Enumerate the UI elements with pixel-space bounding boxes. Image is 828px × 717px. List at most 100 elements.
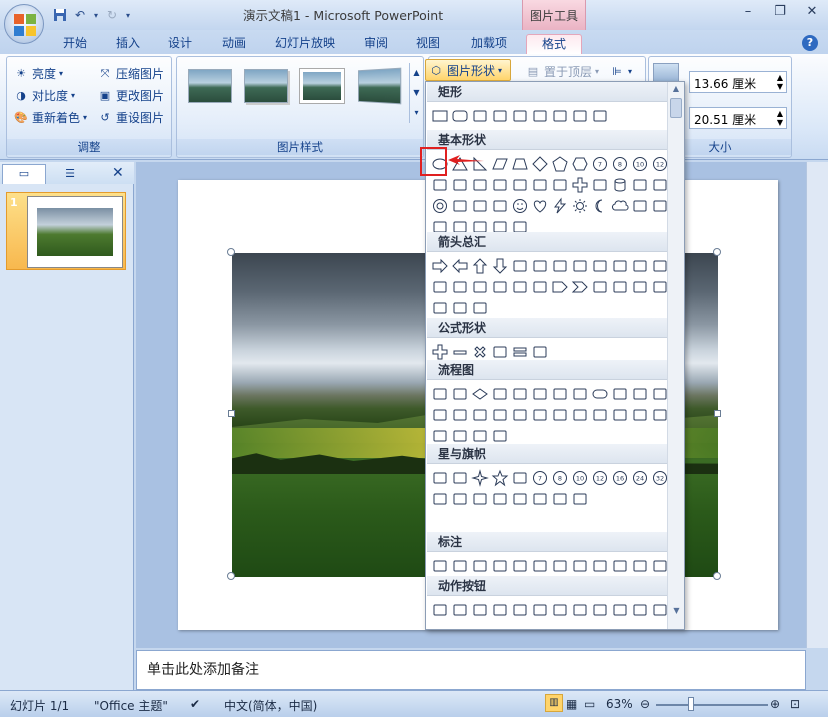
shape-stripedright-icon[interactable]: [510, 277, 530, 297]
shape-blockarc-icon[interactable]: [470, 196, 490, 216]
height-field[interactable]: 13.66 厘米 ▲ ▼: [689, 71, 787, 93]
tab-addins[interactable]: 加载项: [464, 34, 514, 54]
contrast-button[interactable]: ◑ 对比度 ▾: [13, 87, 75, 104]
shape-star10-icon[interactable]: 10: [570, 468, 590, 488]
spellcheck-icon[interactable]: ✔: [190, 697, 200, 711]
change-picture-button[interactable]: ▣ 更改图片: [97, 87, 164, 104]
bring-to-front-button[interactable]: ▤ 置于顶层 ▾: [525, 63, 599, 80]
shape-bevel-icon[interactable]: [650, 175, 670, 195]
shape-upcallout-icon[interactable]: [650, 277, 670, 297]
shape-magdisk-icon[interactable]: [450, 426, 470, 446]
resize-handle-tl[interactable]: [227, 248, 235, 256]
shape-lrcallout-icon[interactable]: [430, 298, 450, 318]
shape-round2a-icon[interactable]: [570, 106, 590, 126]
shape-plus-icon[interactable]: [570, 175, 590, 195]
shape-doc-icon[interactable]: [590, 600, 610, 620]
shape-wave-icon[interactable]: [550, 489, 570, 509]
shape-delay-icon[interactable]: [650, 405, 670, 425]
shape-notchedright-icon[interactable]: [530, 277, 550, 297]
shape-line1-icon[interactable]: [510, 556, 530, 576]
shape-rect-icon[interactable]: [430, 106, 450, 126]
shape-frame-icon[interactable]: [490, 175, 510, 195]
reset-picture-button[interactable]: ↺ 重设图片: [97, 109, 164, 126]
shape-sun-icon[interactable]: [570, 196, 590, 216]
width-field[interactable]: 20.51 厘米 ▲ ▼: [689, 107, 787, 129]
notes-pane[interactable]: 单击此处添加备注: [136, 650, 806, 690]
fit-to-window-icon[interactable]: ⊡: [790, 697, 800, 711]
shape-predefined-icon[interactable]: [510, 384, 530, 404]
shape-downcallout-icon[interactable]: [610, 277, 630, 297]
shape-star32-icon[interactable]: 32: [650, 468, 670, 488]
shape-curvedright-icon[interactable]: [430, 277, 450, 297]
shape-accent2-icon[interactable]: [590, 556, 610, 576]
shape-round-rect-icon[interactable]: [450, 106, 470, 126]
shape-diagstripe-icon[interactable]: [550, 175, 570, 195]
undo-icon[interactable]: ↶: [72, 7, 88, 23]
shape-preparation-icon[interactable]: [610, 384, 630, 404]
shape-summing-icon[interactable]: [510, 405, 530, 425]
tab-animation[interactable]: 动画: [216, 34, 252, 54]
shape-chord-icon[interactable]: [450, 175, 470, 195]
shape-star6-icon[interactable]: [510, 468, 530, 488]
shape-punchedtape-icon[interactable]: [490, 405, 510, 425]
shape-plus-icon[interactable]: [430, 342, 450, 362]
shape-vscroll-icon[interactable]: [510, 489, 530, 509]
shape-decision-icon[interactable]: [470, 384, 490, 404]
shape-rightarrow-icon[interactable]: [430, 256, 450, 276]
office-button[interactable]: [4, 4, 44, 44]
shape-star7-icon[interactable]: 7: [530, 468, 550, 488]
shape-pie-icon[interactable]: [430, 175, 450, 195]
shape-manualop-icon[interactable]: [650, 384, 670, 404]
shape-trapezoid-icon[interactable]: [510, 154, 530, 174]
shape-connector-icon[interactable]: [430, 405, 450, 425]
shape-border2-icon[interactable]: [650, 556, 670, 576]
shape-arc-icon[interactable]: [630, 196, 650, 216]
shape-parallelogram-icon[interactable]: [490, 154, 510, 174]
shape-extract-icon[interactable]: [590, 405, 610, 425]
shape-diamond-icon[interactable]: [530, 154, 550, 174]
shape-donut-icon[interactable]: [430, 196, 450, 216]
slide-sorter-icon[interactable]: ▦: [566, 697, 577, 711]
close-icon[interactable]: ✕: [796, 0, 828, 22]
shape-return-icon[interactable]: [550, 600, 570, 620]
shape-star24-icon[interactable]: 24: [630, 468, 650, 488]
resize-handle-br[interactable]: [713, 572, 721, 580]
shape-teardrop-icon[interactable]: [470, 175, 490, 195]
shape-bentuparrow-icon[interactable]: [650, 256, 670, 276]
shape-star8-icon[interactable]: 8: [550, 468, 570, 488]
shape-accent3-icon[interactable]: [610, 556, 630, 576]
shape-round2b-icon[interactable]: [590, 106, 610, 126]
shape-internalstorage-icon[interactable]: [530, 384, 550, 404]
shape-blank-icon[interactable]: [650, 600, 670, 620]
shape-explosion2-icon[interactable]: [450, 468, 470, 488]
zoom-in-icon[interactable]: ⊕: [770, 697, 780, 711]
shape-equal-icon[interactable]: [510, 342, 530, 362]
shape-rectcallout-icon[interactable]: [430, 556, 450, 576]
slideshow-view-icon[interactable]: ▭: [584, 697, 595, 711]
shape-notequal-icon[interactable]: [530, 342, 550, 362]
shape-leftuparrow-icon[interactable]: [630, 256, 650, 276]
help-icon[interactable]: ?: [802, 35, 818, 51]
shape-back-icon[interactable]: [430, 600, 450, 620]
shape-card-icon[interactable]: [470, 405, 490, 425]
shape-uparrow-icon[interactable]: [470, 256, 490, 276]
shape-curvedup-icon[interactable]: [470, 277, 490, 297]
shape-multiply-icon[interactable]: [470, 342, 490, 362]
resize-handle-r[interactable]: [714, 410, 721, 417]
tab-slideshow[interactable]: 幻灯片放映: [270, 34, 340, 54]
shape-help-icon[interactable]: [630, 600, 650, 620]
shape-ribbon-icon[interactable]: [450, 489, 470, 509]
shape-leftarrow-icon[interactable]: [450, 256, 470, 276]
shape-lruarrow-icon[interactable]: [570, 256, 590, 276]
zoom-slider-thumb[interactable]: [688, 697, 694, 711]
language[interactable]: 中文(简体，中国): [224, 697, 317, 714]
tab-home[interactable]: 开始: [56, 34, 94, 54]
picture-style-2[interactable]: [241, 63, 291, 113]
shape-star16-icon[interactable]: 16: [610, 468, 630, 488]
shape-cloud-icon[interactable]: [610, 196, 630, 216]
shape-collate-icon[interactable]: [550, 405, 570, 425]
minimize-icon[interactable]: –: [732, 0, 764, 22]
shape-bracketpair-icon[interactable]: [650, 196, 670, 216]
close-pane-icon[interactable]: ✕: [112, 165, 128, 181]
shape-curveddown-icon[interactable]: [490, 277, 510, 297]
